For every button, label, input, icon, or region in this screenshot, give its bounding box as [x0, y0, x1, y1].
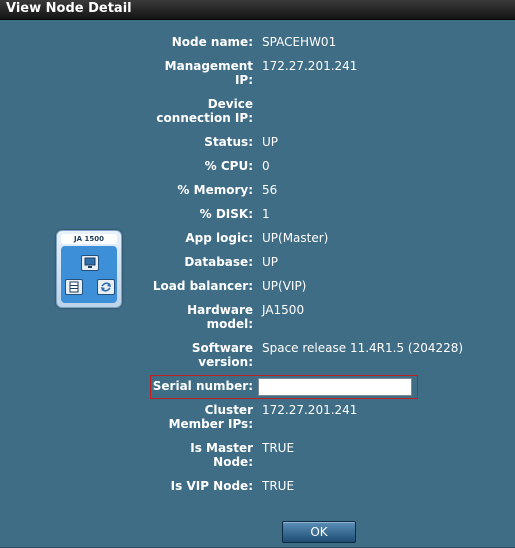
hardware-model-value: JA1500 [262, 303, 305, 317]
server-rack-icon [65, 279, 83, 295]
database-label: Database: [184, 255, 253, 269]
status-label: Status: [204, 135, 253, 149]
is-vip-node-value: TRUE [262, 479, 295, 493]
app-logic-value: UP(Master) [262, 231, 329, 245]
disk-value: 1 [262, 207, 270, 221]
database-value: UP [262, 255, 279, 269]
app-logic-label: App logic: [185, 231, 253, 245]
ok-button[interactable]: OK [282, 521, 356, 543]
is-vip-node-label: Is VIP Node: [170, 479, 253, 493]
disk-label: % DISK: [199, 207, 253, 221]
software-version-value: Space release 11.4R1.5 (204228) [262, 341, 464, 355]
status-value: UP [262, 135, 279, 149]
window-titlebar: View Node Detail [0, 0, 515, 20]
cpu-value: 0 [262, 159, 270, 173]
software-version-label: Software version: [191, 341, 253, 369]
management-ip-label: Management IP: [164, 59, 253, 87]
sync-arrows-icon [97, 279, 115, 295]
load-balancer-value: UP(VIP) [262, 279, 307, 293]
is-master-node-value: TRUE [262, 441, 295, 455]
serial-number-input[interactable] [258, 378, 412, 396]
cluster-member-ips-value: 172.27.201.241 [262, 403, 358, 417]
node-detail-panel: Node name: SPACEHW01 Management IP: 172.… [0, 20, 515, 548]
device-connection-ip-label: Device connection IP: [156, 97, 253, 125]
memory-label: % Memory: [177, 183, 253, 197]
device-model-label: JA 1500 [61, 234, 117, 244]
device-panel [61, 246, 117, 303]
serial-number-label: Serial number: [152, 379, 253, 393]
appliance-device-icon: JA 1500 [56, 230, 122, 308]
management-ip-value: 172.27.201.241 [262, 59, 358, 73]
is-master-node-label: Is Master Node: [190, 441, 253, 469]
cluster-member-ips-label: Cluster Member IPs: [168, 403, 253, 431]
memory-value: 56 [262, 183, 278, 197]
monitor-icon [81, 255, 99, 271]
node-name-value: SPACEHW01 [262, 35, 337, 49]
window-title: View Node Detail [6, 1, 132, 16]
hardware-model-label: Hardware model: [187, 303, 253, 331]
cpu-label: % CPU: [204, 159, 253, 173]
load-balancer-label: Load balancer: [152, 279, 253, 293]
node-name-label: Node name: [171, 35, 253, 49]
